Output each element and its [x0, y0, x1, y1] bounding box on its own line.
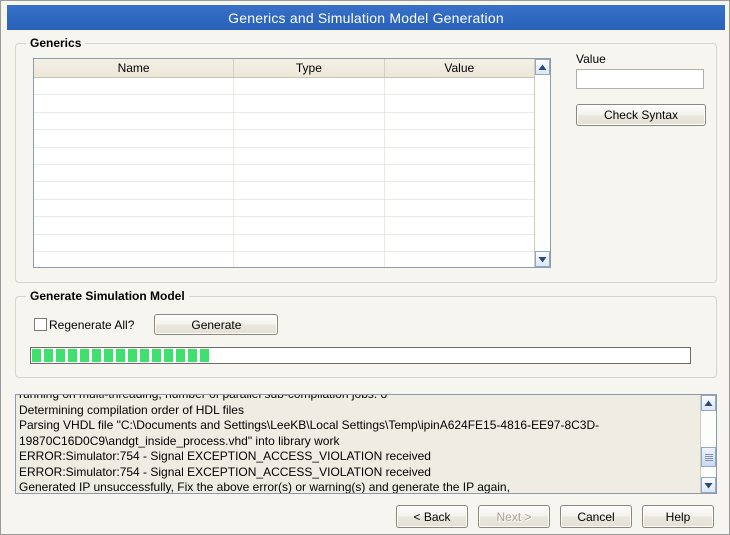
cell-type[interactable]: [233, 234, 385, 252]
generics-table-rows: [34, 77, 534, 267]
cell-name[interactable]: [34, 77, 235, 96]
log-output-panel: running on multi-threading, number of pa…: [15, 394, 717, 494]
log-line: 19870C16D0C9\andgt_inside_process.vhd" i…: [19, 433, 340, 448]
regenerate-all-label: Regenerate All?: [49, 317, 135, 332]
cell-name[interactable]: [34, 181, 235, 200]
table-row[interactable]: [34, 234, 534, 252]
scroll-down-arrow-icon[interactable]: [701, 477, 716, 493]
generics-table-container: Name Type Value: [33, 58, 551, 268]
generate-controls-row: Regenerate All? Generate: [34, 314, 279, 335]
cell-value[interactable]: [384, 234, 534, 252]
cell-value[interactable]: [384, 147, 534, 165]
log-line: Generated IP unsuccessfully, Fix the abo…: [19, 480, 510, 493]
table-row[interactable]: [34, 94, 534, 113]
column-header-name[interactable]: Name: [34, 59, 235, 78]
cell-value[interactable]: [384, 199, 534, 218]
cell-value[interactable]: [384, 112, 534, 131]
cell-type[interactable]: [233, 129, 385, 148]
cell-type[interactable]: [233, 216, 385, 235]
cell-value[interactable]: [384, 164, 534, 183]
page-title: Generics and Simulation Model Generation: [228, 9, 504, 26]
table-header-row: Name Type Value: [34, 59, 534, 78]
log-scrollbar[interactable]: [700, 395, 716, 493]
cell-type[interactable]: [233, 147, 385, 165]
table-row[interactable]: [34, 112, 534, 131]
cell-name[interactable]: [34, 94, 235, 113]
value-panel: Value: [576, 52, 706, 89]
help-button[interactable]: Help: [642, 505, 714, 528]
cell-value[interactable]: [384, 216, 534, 235]
table-row[interactable]: [34, 129, 534, 148]
help-button-label: Help: [665, 509, 691, 524]
cell-name[interactable]: [34, 147, 235, 165]
window-title-bar: Generics and Simulation Model Generation: [7, 5, 725, 30]
next-button[interactable]: Next >: [478, 505, 550, 528]
table-row[interactable]: [34, 181, 534, 200]
cell-type[interactable]: [233, 94, 385, 113]
log-line: ERROR:Simulator:754 - Signal EXCEPTION_A…: [19, 449, 431, 463]
generics-scroll-track[interactable]: [535, 75, 550, 251]
back-button-label: < Back: [413, 509, 451, 524]
log-line: Determining compilation order of HDL fil…: [19, 402, 244, 417]
scroll-up-arrow-icon[interactable]: [701, 395, 716, 411]
cell-type[interactable]: [233, 251, 385, 267]
cell-name[interactable]: [34, 112, 235, 131]
generate-button[interactable]: Generate: [154, 314, 279, 335]
cell-value[interactable]: [384, 251, 534, 267]
generate-simulation-model-group: Generate Simulation Model Regenerate All…: [15, 289, 717, 378]
table-row[interactable]: [34, 251, 534, 267]
value-input[interactable]: [576, 69, 704, 89]
generics-table-scrollbar[interactable]: [534, 59, 550, 267]
cancel-button-label: Cancel: [577, 509, 615, 524]
cell-type[interactable]: [233, 77, 385, 96]
generate-button-label: Generate: [191, 317, 242, 332]
progress-bar-fill: [32, 349, 210, 362]
cell-type[interactable]: [233, 181, 385, 200]
cell-name[interactable]: [34, 199, 235, 218]
generics-table-body: Name Type Value: [34, 59, 534, 267]
log-line: Parsing VHDL file "C:\Documents and Sett…: [19, 418, 600, 432]
scroll-down-arrow-icon[interactable]: [535, 251, 550, 267]
column-header-type[interactable]: Type: [233, 59, 385, 78]
back-button[interactable]: < Back: [396, 505, 468, 528]
cell-name[interactable]: [34, 129, 235, 148]
log-scroll-thumb[interactable]: [701, 447, 716, 468]
log-line: running on multi-threading, number of pa…: [19, 394, 388, 401]
table-row[interactable]: [34, 199, 534, 218]
generics-group-title: Generics: [26, 36, 86, 50]
cell-name[interactable]: [34, 251, 235, 267]
cell-type[interactable]: [233, 199, 385, 218]
table-row[interactable]: [34, 216, 534, 235]
generate-group-title: Generate Simulation Model: [26, 289, 189, 303]
cancel-button[interactable]: Cancel: [560, 505, 632, 528]
log-line: ERROR:Simulator:754 - Signal EXCEPTION_A…: [19, 464, 431, 479]
cell-value[interactable]: [384, 181, 534, 200]
cell-value[interactable]: [384, 94, 534, 113]
cell-value[interactable]: [384, 129, 534, 148]
cell-name[interactable]: [34, 216, 235, 235]
footer-button-bar: < Back Next > Cancel Help: [1, 505, 730, 528]
column-header-value[interactable]: Value: [384, 59, 534, 78]
dialog-window: Generics and Simulation Model Generation…: [0, 0, 730, 535]
value-label: Value: [576, 52, 606, 66]
generics-group: Generics Name Type Value Value Check Syn…: [15, 36, 717, 283]
table-row[interactable]: [34, 164, 534, 183]
table-row[interactable]: [34, 77, 534, 96]
cell-type[interactable]: [233, 112, 385, 131]
table-row[interactable]: [34, 147, 534, 165]
cell-name[interactable]: [34, 234, 235, 252]
scroll-grip-icon: [704, 453, 713, 461]
check-syntax-button[interactable]: Check Syntax: [576, 104, 706, 126]
log-scroll-track[interactable]: [701, 411, 716, 477]
check-syntax-label: Check Syntax: [603, 108, 679, 122]
cell-name[interactable]: [34, 164, 235, 183]
cell-value[interactable]: [384, 77, 534, 96]
generics-table[interactable]: Name Type Value: [34, 59, 534, 267]
next-button-label: Next >: [496, 509, 532, 524]
cell-type[interactable]: [233, 164, 385, 183]
log-output-text[interactable]: running on multi-threading, number of pa…: [16, 394, 700, 493]
progress-bar: [30, 347, 691, 364]
regenerate-all-checkbox[interactable]: [34, 318, 47, 331]
scroll-up-arrow-icon[interactable]: [535, 59, 550, 75]
